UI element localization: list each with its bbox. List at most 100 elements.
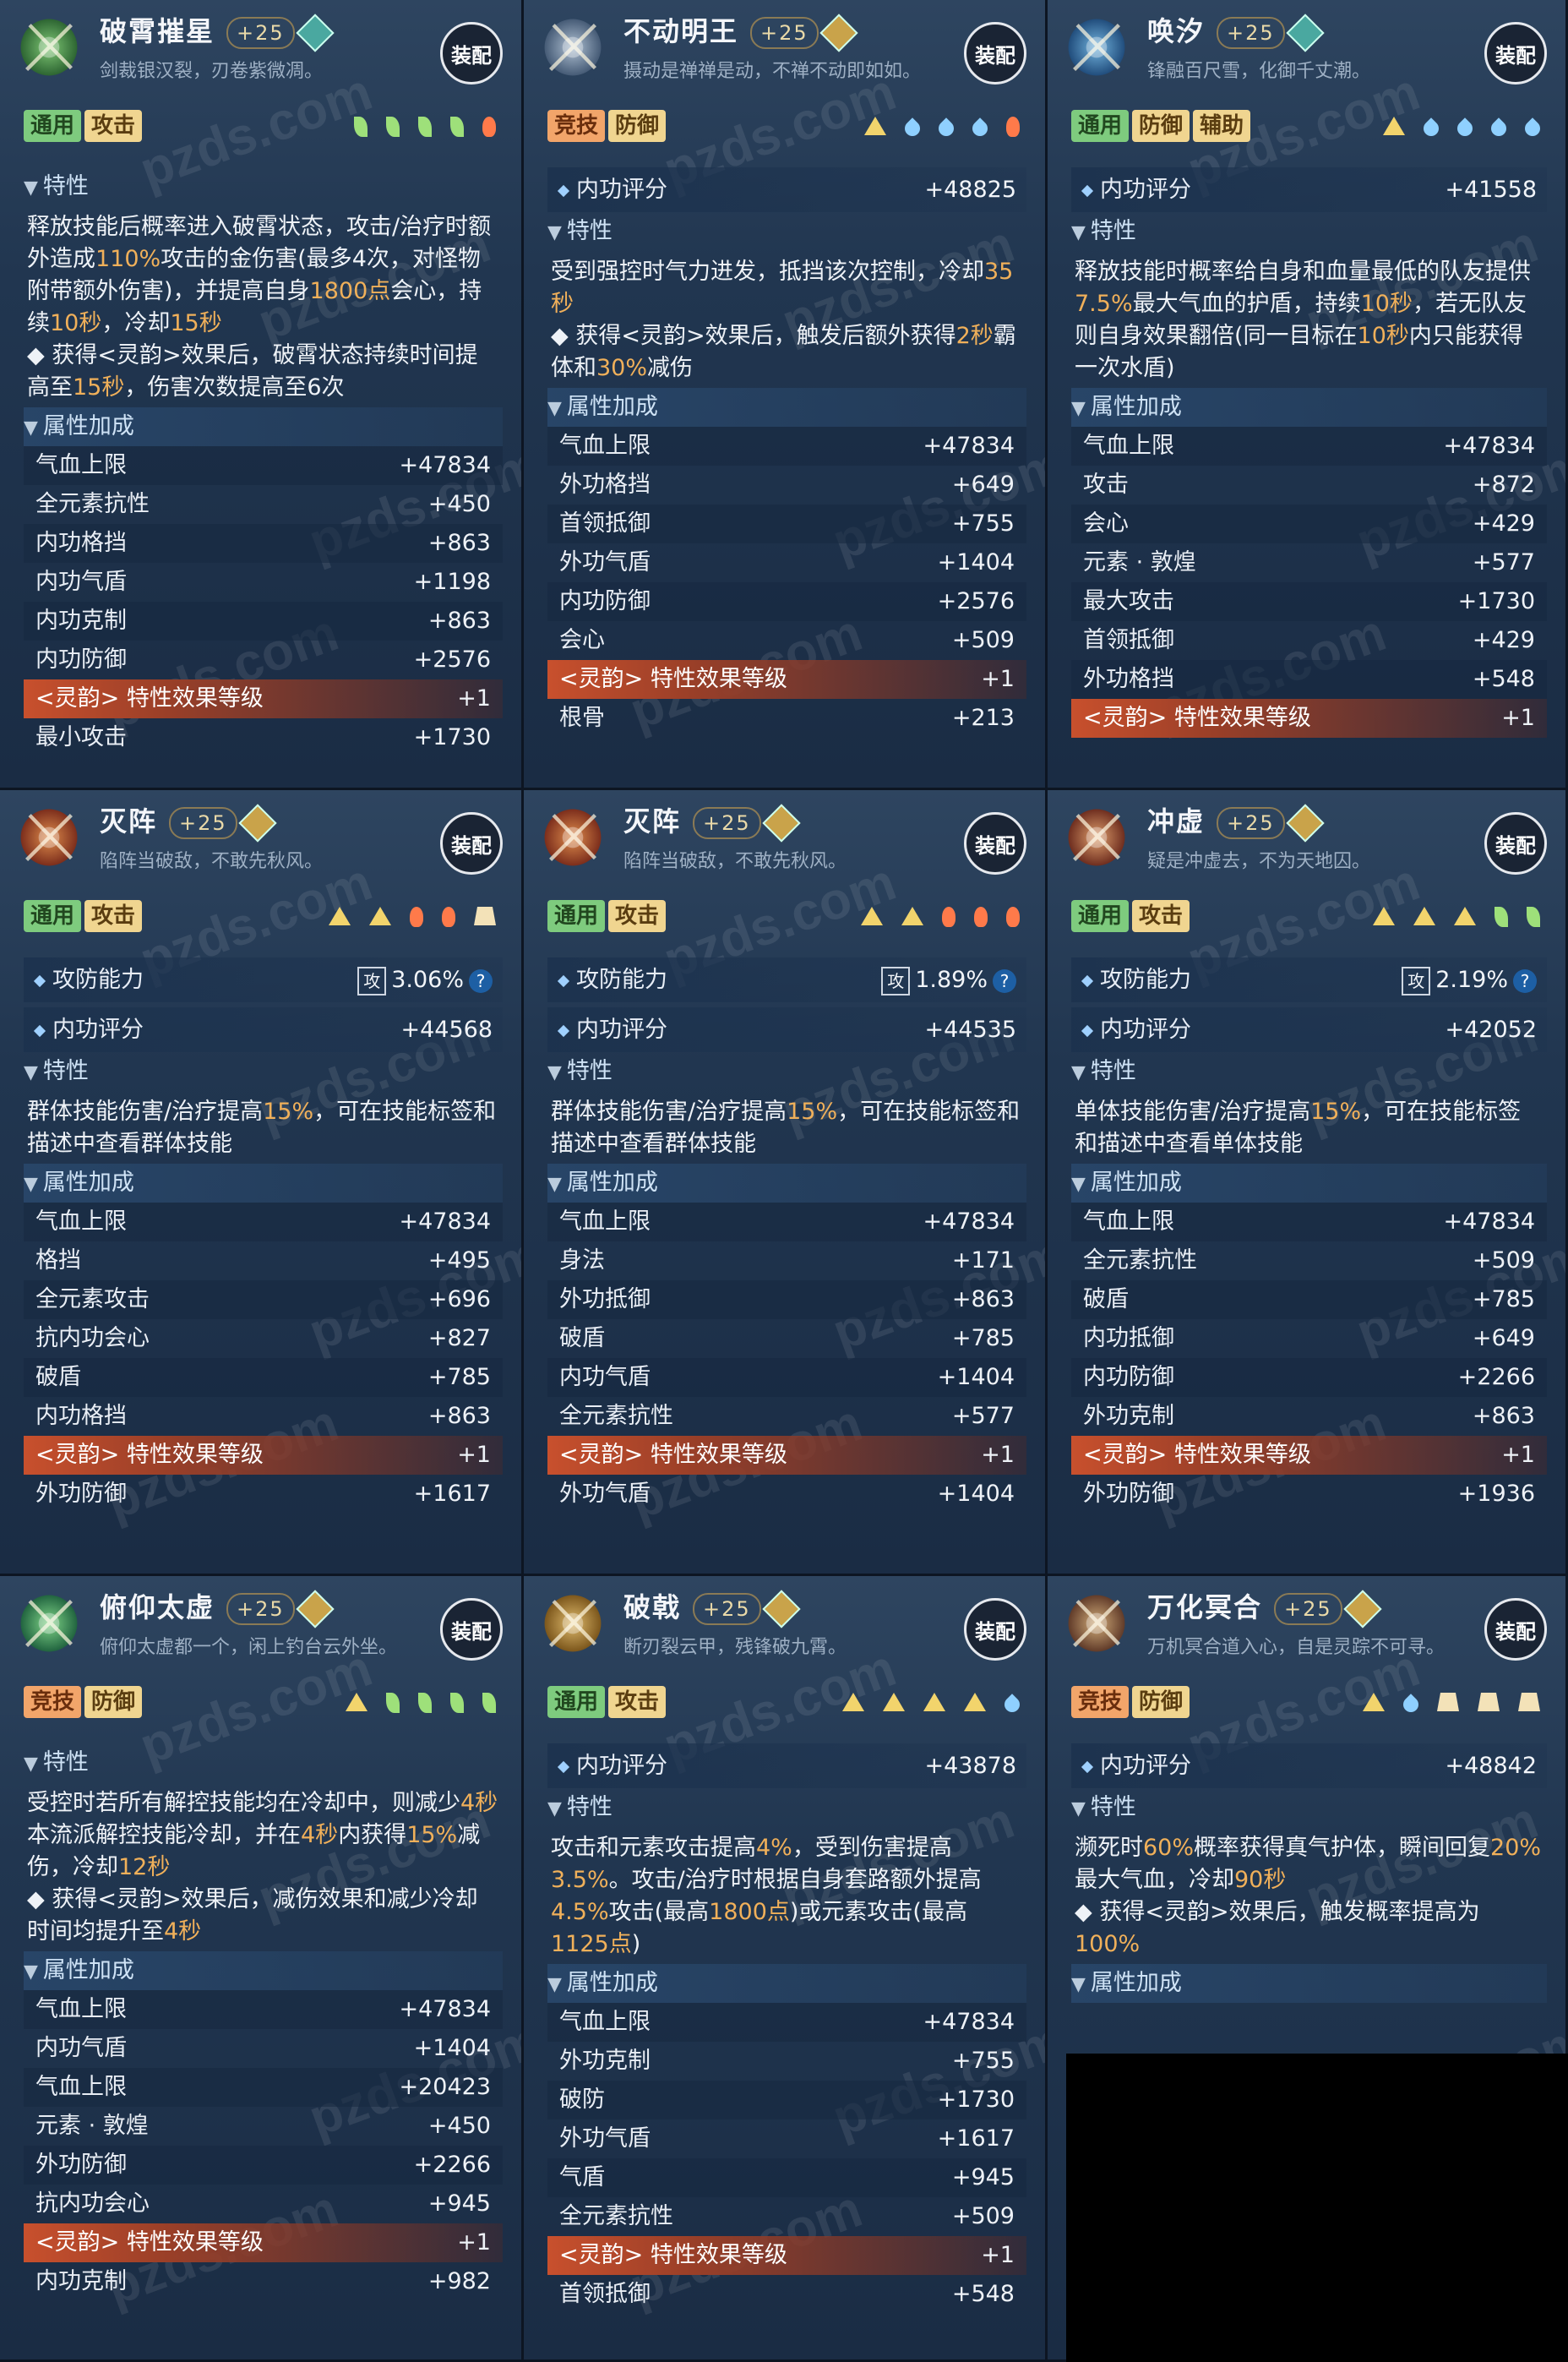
card-body: 攻防能力攻 3.06%? 内功评分 +44568 ▼ 特性 群体技能伤害/治疗提高15%，可…	[24, 957, 503, 1514]
help-icon[interactable]: ?	[1513, 969, 1537, 993]
stat-value: +577	[951, 1403, 1015, 1429]
stat-row: 最小攻击 +1730	[24, 718, 503, 757]
gongfang-label-text: 攻防能力	[1100, 967, 1191, 993]
tag-badge: 防御	[84, 1686, 143, 1718]
stat-value: +47834	[923, 433, 1015, 459]
help-icon[interactable]: ?	[993, 969, 1016, 993]
gong-icon: 攻	[1402, 967, 1431, 996]
stat-value: +1730	[1457, 588, 1535, 614]
card-body: ▼ 特性 释放技能后概率进入破霄状态，攻击/治疗时额外造成110%攻击的金伤害(最多…	[24, 167, 503, 757]
stat-row: 内功抵御 +649	[1071, 1319, 1547, 1358]
neigong-label-text: 内功评分	[576, 1017, 667, 1043]
diamond-icon	[557, 1024, 570, 1037]
stat-label: 气血上限	[35, 1996, 127, 2022]
leaf-gem-icon	[386, 1693, 400, 1713]
section-attr-header[interactable]: ▼ 属性加成	[547, 1964, 1026, 2003]
equip-button[interactable]: 装配	[964, 22, 1026, 85]
stat-value: +649	[951, 472, 1015, 498]
drop-gem-icon	[969, 117, 991, 139]
chevron-down-icon: ▼	[547, 398, 562, 419]
stat-label: 全元素抗性	[35, 491, 150, 517]
equip-button[interactable]: 装配	[440, 812, 503, 875]
section-trait-header[interactable]: ▼ 特性	[24, 1052, 503, 1091]
neigong-value: +43878	[924, 1753, 1016, 1779]
card-title: 唤汐 +25	[1147, 10, 1325, 52]
stat-label: 全元素抗性	[559, 1403, 673, 1429]
card-header: 俯仰太虚 +25 俯仰太虚都一个，闲上钓台云外坐。 装配	[0, 1576, 521, 1669]
section-attr-header[interactable]: ▼ 属性加成	[24, 1951, 503, 1990]
drop-gem-icon	[1454, 117, 1476, 139]
equip-button[interactable]: 装配	[964, 812, 1026, 875]
stat-label: 元素 · 敦煌	[35, 2113, 149, 2139]
stat-label: 抗内功会心	[35, 1325, 150, 1351]
socket-gems	[842, 1693, 1023, 1716]
diamond-icon	[1081, 974, 1094, 987]
help-icon[interactable]: ?	[469, 969, 493, 993]
section-trait-header[interactable]: ▼ 特性	[1071, 212, 1547, 251]
stat-label: 外功气盾	[559, 2125, 651, 2152]
neigong-label: 内功评分	[1081, 1743, 1191, 1788]
attribute-card-3: pzds.compzds.compzds.compzds.com唤汐+25锋融百…	[1048, 0, 1568, 790]
stat-row: 元素 · 敦煌 +450	[24, 2107, 503, 2146]
equip-button[interactable]: 装配	[1484, 22, 1547, 85]
stat-list: 气血上限 +47834 格挡 +495 全元素攻击 +696 抗内功会心 +827 破盾 +785…	[24, 1203, 503, 1514]
section-attr-header[interactable]: ▼ 属性加成	[547, 1164, 1026, 1203]
gem-diamond-icon	[1286, 14, 1325, 52]
gong-icon: 攻	[357, 967, 387, 996]
section-trait-header[interactable]: ▼ 特性	[1071, 1052, 1547, 1091]
tag-badge: 通用	[24, 110, 82, 142]
equip-button[interactable]: 装配	[1484, 812, 1547, 875]
neigong-label: 内功评分	[557, 1007, 667, 1052]
section-attr-header[interactable]: ▼ 属性加成	[1071, 1164, 1547, 1203]
stat-row: 内功气盾 +1404	[547, 1358, 1026, 1397]
section-attr-header[interactable]: ▼ 属性加成	[547, 388, 1026, 427]
stat-value: +1	[981, 2242, 1015, 2268]
neigong-label-text: 内功评分	[1100, 177, 1191, 203]
section-attr-label: 属性加成	[1090, 1170, 1182, 1196]
card-name: 灭阵	[100, 805, 158, 837]
card-title: 冲虚 +25	[1147, 800, 1325, 843]
section-trait-header[interactable]: ▼ 特性	[24, 167, 503, 206]
section-trait-header[interactable]: ▼ 特性	[1071, 1788, 1547, 1827]
stat-value: +696	[427, 1286, 491, 1312]
equip-button[interactable]: 装配	[964, 1598, 1026, 1661]
section-attr-label: 属性加成	[1090, 394, 1182, 420]
section-attr-label: 属性加成	[566, 1170, 658, 1196]
section-attr-header[interactable]: ▼ 属性加成	[24, 407, 503, 446]
card-quote: 摄动是禅禅是动，不禅不动即如如。	[623, 61, 922, 82]
gongfang-row: 攻防能力 攻 1.89%?	[547, 957, 1026, 1002]
equip-button[interactable]: 装配	[440, 22, 503, 85]
section-attr-label: 属性加成	[42, 413, 134, 439]
stat-value: +495	[427, 1247, 491, 1274]
section-trait-header[interactable]: ▼ 特性	[24, 1743, 503, 1782]
section-trait-header[interactable]: ▼ 特性	[547, 1788, 1026, 1827]
card-name: 灭阵	[623, 805, 682, 837]
neigong-label-text: 内功评分	[576, 177, 667, 203]
section-trait-label: 特性	[42, 173, 89, 199]
equip-button[interactable]: 装配	[1484, 1598, 1547, 1661]
attribute-card-6: pzds.compzds.compzds.compzds.com冲虚+25疑是冲…	[1048, 790, 1568, 1576]
flame-gem-icon	[974, 907, 988, 927]
stat-label: 外功格挡	[559, 472, 651, 498]
stat-row: 首领抵御 +755	[547, 505, 1026, 543]
card-name: 冲虚	[1147, 805, 1206, 837]
stat-label: 外功气盾	[559, 1481, 651, 1507]
equip-button[interactable]: 装配	[440, 1598, 503, 1661]
stat-row: 破盾 +785	[24, 1358, 503, 1397]
stat-list: 气血上限 +47834 身法 +171 外功抵御 +863 破盾 +785 内功气盾 +1404 全…	[547, 1203, 1026, 1514]
stat-label: 抗内功会心	[35, 2190, 150, 2217]
section-trait-header[interactable]: ▼ 特性	[547, 212, 1026, 251]
stat-label: 外功格挡	[1083, 666, 1174, 692]
tag-badge: 攻击	[608, 1686, 667, 1718]
chevron-down-icon: ▼	[1071, 1174, 1086, 1195]
diamond-icon	[33, 1024, 46, 1037]
section-attr-header[interactable]: ▼ 属性加成	[1071, 388, 1547, 427]
section-attr-header[interactable]: ▼ 属性加成	[24, 1164, 503, 1203]
stat-label: 最大攻击	[1083, 588, 1174, 614]
stat-value: +450	[427, 491, 491, 517]
stat-value: +47834	[399, 1208, 491, 1235]
section-attr-header[interactable]: ▼ 属性加成	[1071, 1964, 1547, 2003]
section-trait-header[interactable]: ▼ 特性	[547, 1052, 1026, 1091]
chevron-down-icon: ▼	[547, 222, 562, 243]
stat-row: 破防 +1730	[547, 2081, 1026, 2119]
